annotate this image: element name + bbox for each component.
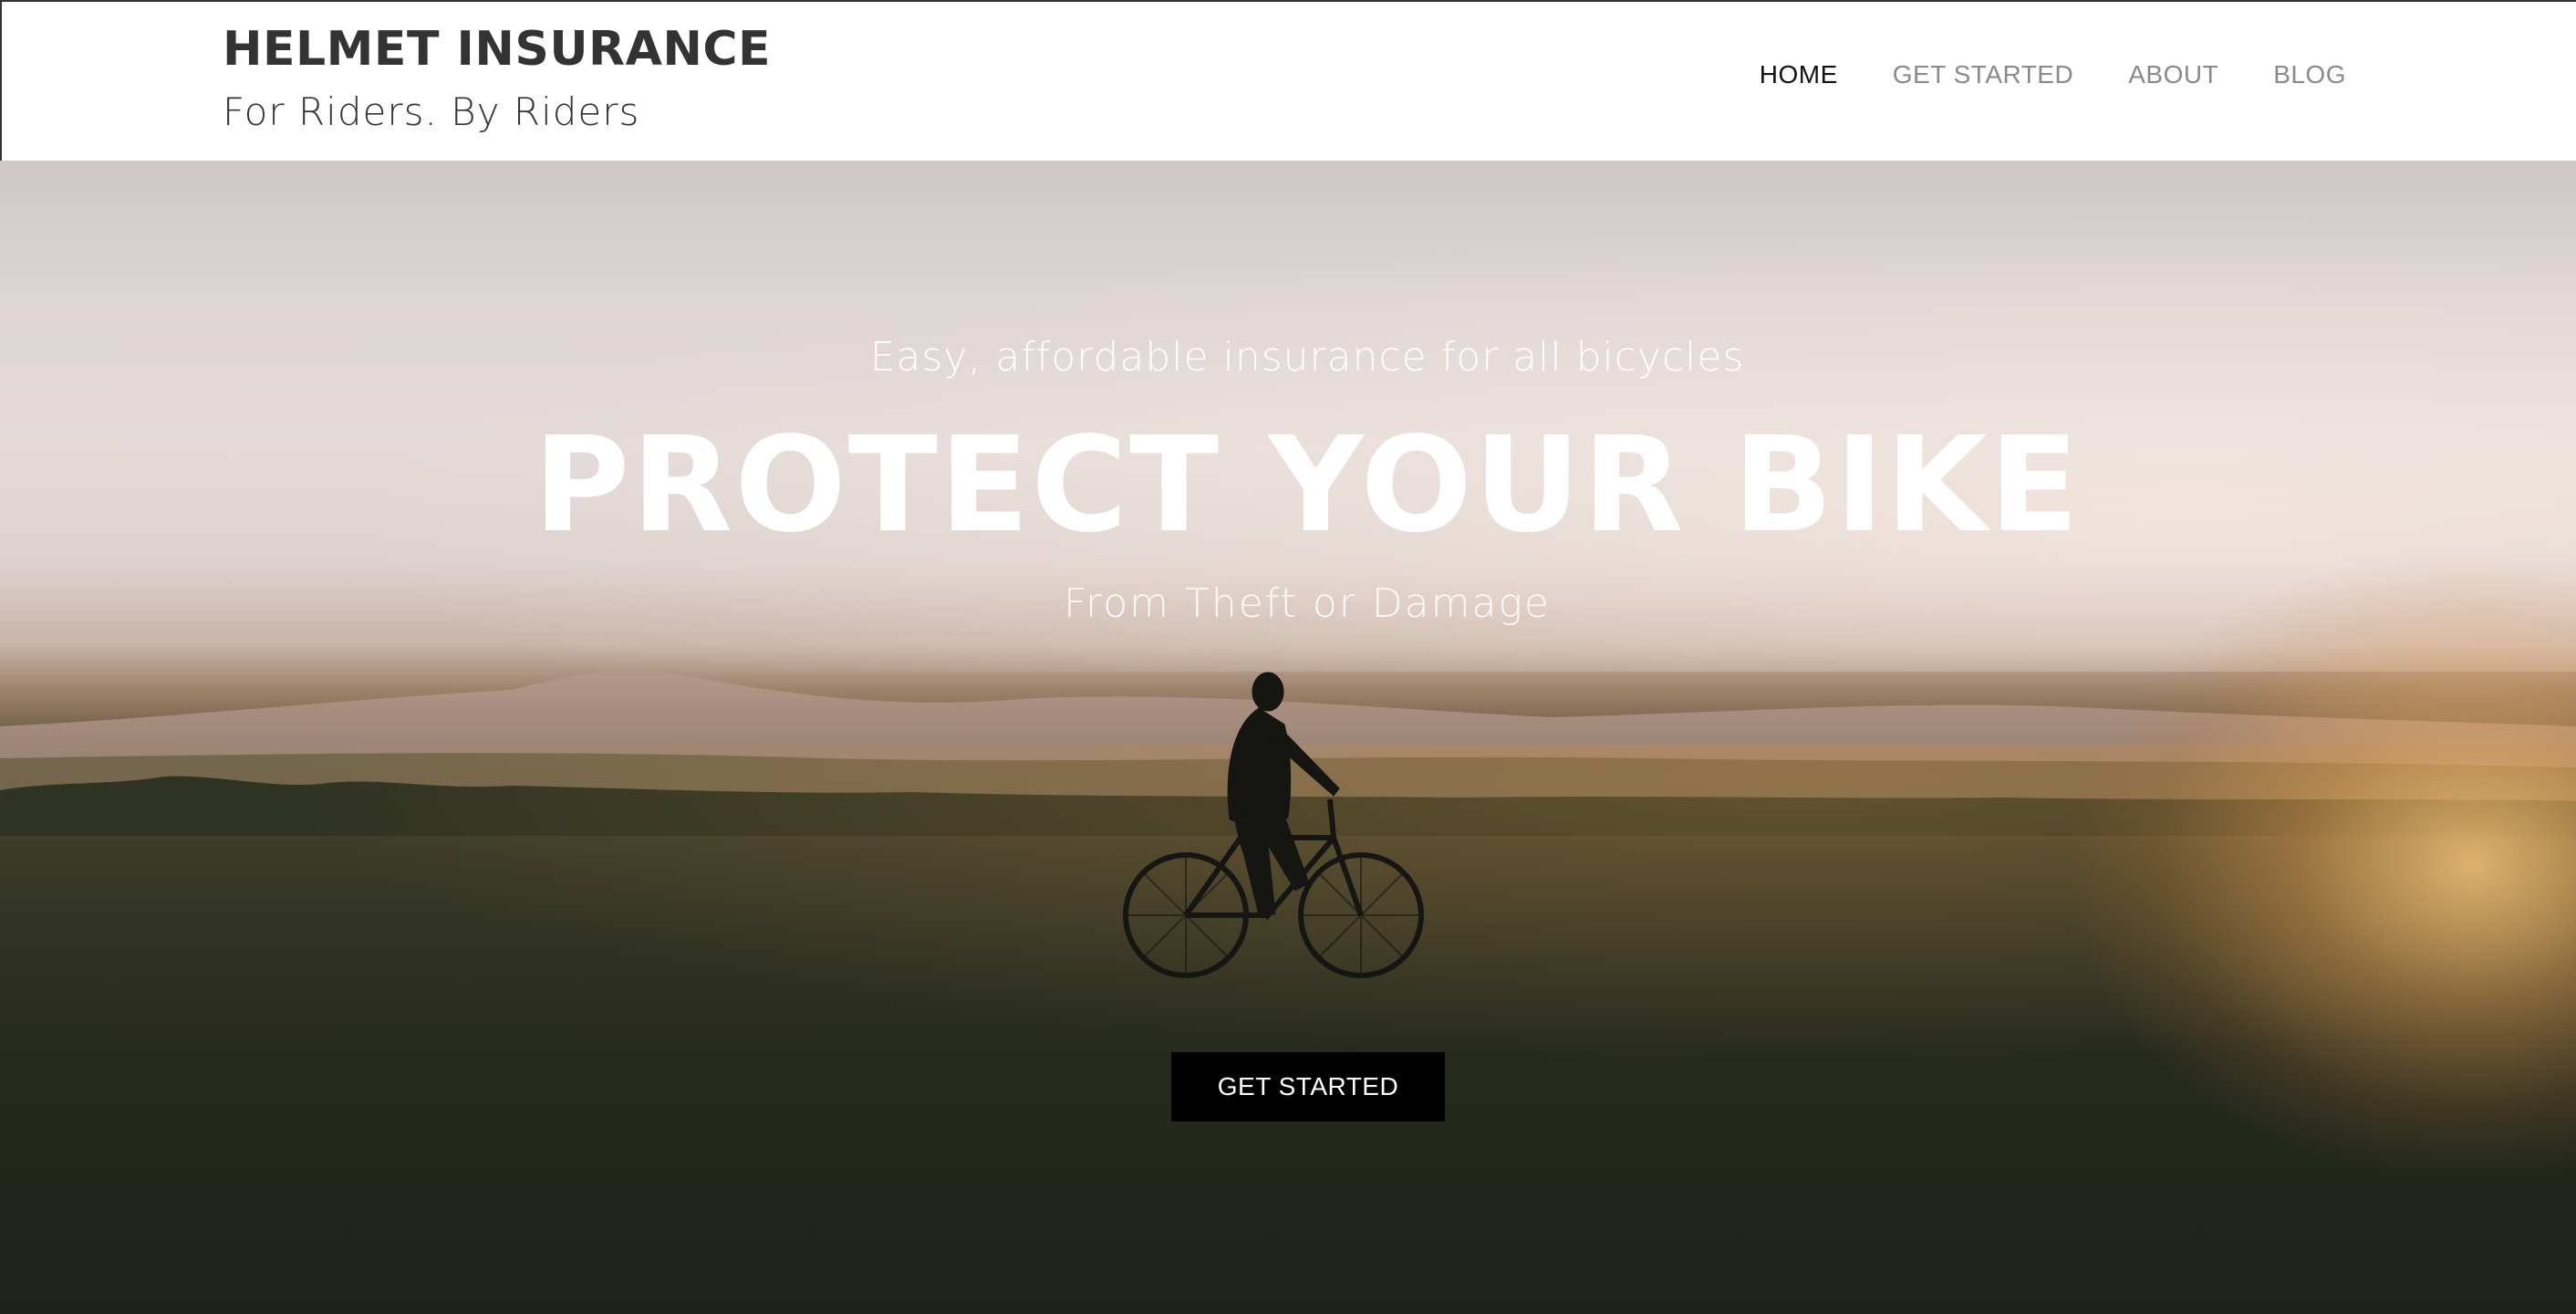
nav-item-home[interactable]: HOME [1760, 60, 1838, 89]
site-header: HELMET INSURANCE For Riders. By Riders H… [0, 0, 2576, 161]
get-started-button[interactable]: GET STARTED [1171, 1052, 1445, 1121]
brand-tagline: For Riders. By Riders [223, 89, 640, 134]
hero-tagline: From Theft or Damage [1064, 580, 1551, 627]
hero-subtitle: Easy, affordable insurance for all bicyc… [869, 334, 1745, 381]
cyclist-silhouette [1123, 672, 1424, 978]
brand[interactable]: HELMET INSURANCE For Riders. By Riders [223, 22, 771, 139]
nav-item-about[interactable]: ABOUT [2128, 60, 2218, 89]
hero-section: Easy, affordable insurance for all bicyc… [0, 161, 2576, 1314]
nav-item-blog[interactable]: BLOG [2273, 60, 2346, 89]
main-nav: HOME GET STARTED ABOUT BLOG [1760, 60, 2346, 89]
brand-title[interactable]: HELMET INSURANCE [223, 22, 771, 77]
page: HELMET INSURANCE For Riders. By Riders H… [0, 0, 2576, 1314]
nav-item-get-started[interactable]: GET STARTED [1893, 60, 2073, 89]
hero-title: PROTECT YOUR BIKE [533, 408, 2082, 561]
